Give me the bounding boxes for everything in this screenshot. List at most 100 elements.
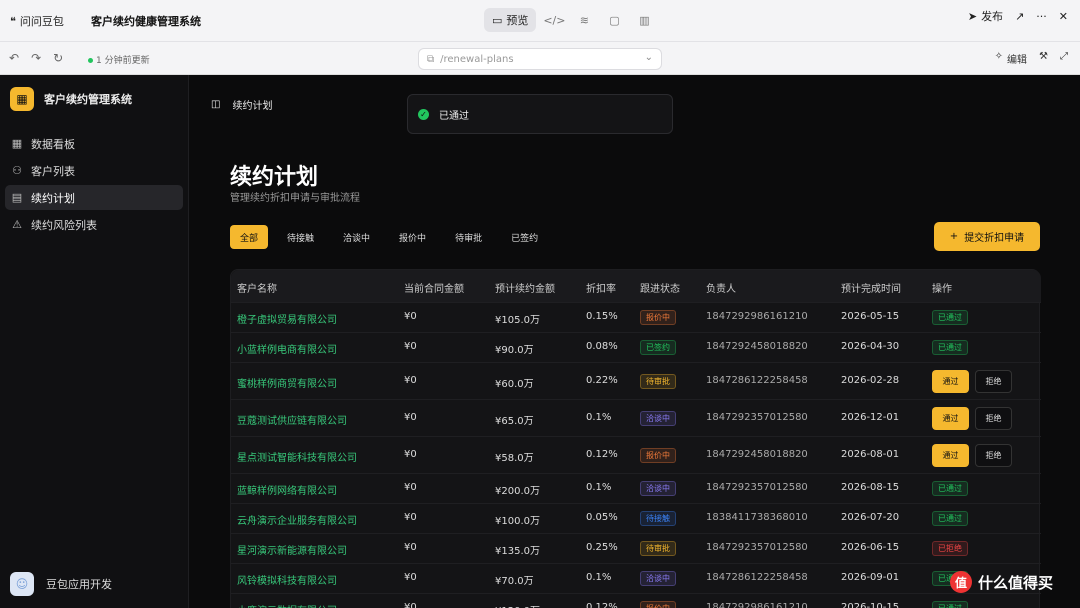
filter-tab-2[interactable]: 洽谈中 [333,225,380,249]
table-header: 客户名称 当前合同金额 预计续约金额 折扣率 跟进状态 负责人 预计完成时间 操作 [231,270,1041,302]
filter-tab-3[interactable]: 报价中 [389,225,436,249]
reject-button[interactable]: 拒绝 [975,406,1012,430]
refresh-icon[interactable]: ↻ [53,51,63,65]
submit-discount-button[interactable]: + 提交折扣申请 [934,222,1040,251]
chevron-down-icon[interactable]: ⌄ [645,52,653,63]
customer-name-link[interactable]: 星河演示新能源有限公司 [237,542,347,557]
cell-current: ¥0 [404,411,417,423]
user-box[interactable]: ☺ 豆包应用开发 [10,572,112,596]
cell-rate: 0.22% [586,374,618,386]
view-toolbar: ▭ 预览 </> ≋ ▢ ▥ [484,8,656,32]
filter-tab-4[interactable]: 待审批 [445,225,492,249]
sidebar-item-1[interactable]: ⚇ 客户列表 [5,158,183,183]
app-name[interactable]: ❝ 问问豆包 [10,13,64,29]
fullscreen-icon[interactable]: ⤢ [1060,51,1068,66]
status-badge: 待接触 [640,511,676,526]
tool-icon[interactable]: ⚒ [1039,51,1048,66]
cell-rate: 0.1% [586,572,612,583]
cell-date: 2026-12-01 [841,411,900,423]
filter-tab-1[interactable]: 待接触 [277,225,324,249]
filter-tab-0[interactable]: 全部 [230,225,269,249]
undo-icon[interactable]: ↶ [9,51,19,65]
cell-date: 2026-08-01 [841,448,900,460]
cell-expected: ¥135.0万 [495,546,540,557]
more-icon[interactable]: ··· [1036,10,1047,23]
column-header: 预计续约金额 [495,284,555,295]
redo-icon[interactable]: ↷ [31,51,41,65]
address-bar: ↶ ↷ ↻ 1 分钟前更新 ⧉ /renewal-plans ⌄ ✧ 编辑 ⚒ ⤢ [0,42,1080,75]
column-header: 预计完成时间 [841,284,901,295]
cell-current: ¥0 [404,602,417,608]
status-badge: 报价中 [640,601,676,608]
folder-button[interactable]: ▢ [602,8,626,32]
users-icon: ⚇ [12,164,22,177]
table-row: 蜜桃样例商贸有限公司 ¥0 ¥60.0万 0.22% 1847286122258458 2… [231,362,1041,399]
update-status: 1 分钟前更新 [88,53,150,66]
sidebar-item-2[interactable]: ▤ 续约计划 [5,185,183,210]
main-content: ◫ 续约计划 ✓ 已通过 续约计划 管理续约折扣申请与审批流程 全部 待接触 洽谈中… [189,75,1080,608]
approve-button[interactable]: 通过 [932,443,969,467]
edit-button[interactable]: ✧ 编辑 [995,51,1027,66]
sidebar: ▦ 客户续约管理系统 ▦ 数据看板 ⚇ 客户列表 ▤ 续约计划 ⚠ 续约风险列表 ☺ 豆包应用… [0,75,189,608]
preview-button[interactable]: ▭ 预览 [484,8,537,32]
cell-current: ¥0 [404,374,417,386]
cell-owner: 1847292458018820 [706,448,808,460]
cell-current: ¥0 [404,311,417,322]
customer-name-link[interactable]: 风铃模拟科技有限公司 [237,572,337,587]
sidebar-item-3[interactable]: ⚠ 续约风险列表 [5,212,183,237]
table-row: 小蓝样例电商有限公司 ¥0 ¥90.0万 0.08% 1847292458018820 2… [231,332,1041,362]
publish-button[interactable]: ➤ 发布 [968,8,1003,24]
share-icon[interactable]: ↗ [1015,10,1024,23]
customer-name-link[interactable]: 蜜桃样例商贸有限公司 [237,375,337,390]
column-header: 跟进状态 [640,284,680,295]
cell-rate: 0.12% [586,602,618,608]
sidebar-item-0[interactable]: ▦ 数据看板 [5,131,183,156]
table-row: 橙子虚拟贸易有限公司 ¥0 ¥105.0万 0.15% 1847292986161210… [231,302,1041,332]
customer-name-link[interactable]: 小蓝样例电商有限公司 [237,341,337,356]
link-icon: ⧉ [427,53,435,65]
dashboard-icon: ▦ [11,137,23,150]
cell-owner: 1838411738368010 [706,512,808,523]
cell-expected: ¥60.0万 [495,378,534,390]
url-field[interactable]: ⧉ /renewal-plans ⌄ [418,48,662,70]
brand: ▦ 客户续约管理系统 [10,87,132,111]
cell-owner: 1847286122258458 [706,572,808,583]
status-badge: 报价中 [640,447,676,463]
status-badge: 已签约 [640,340,676,355]
brand-name: 客户续约管理系统 [44,93,132,106]
table-row: 星点测试智能科技有限公司 ¥0 ¥58.0万 0.12% 184729245801882… [231,436,1041,473]
customer-name-link[interactable]: 云舟演示企业服务有限公司 [237,512,357,527]
table-row: 蓝鲸样例网络有限公司 ¥0 ¥200.0万 0.1% 1847292357012580 2… [231,473,1041,503]
table-row: 豆蔻测试供应链有限公司 ¥0 ¥65.0万 0.1% 1847292357012580 2… [231,399,1041,436]
customer-name-link[interactable]: 星点测试智能科技有限公司 [237,449,357,464]
cell-owner: 1847292458018820 [706,341,808,352]
customer-name-link[interactable]: 小鹿演示数据有限公司 [237,602,337,608]
customer-name-link[interactable]: 豆蔻测试供应链有限公司 [237,412,347,427]
sidebar-toggle-icon[interactable]: ◫ [211,99,220,110]
filter-tab-5[interactable]: 已签约 [501,225,548,249]
cell-rate: 0.1% [586,482,612,493]
customer-name-link[interactable]: 橙子虚拟贸易有限公司 [237,311,337,326]
table-row: 小鹿演示数据有限公司 ¥0 ¥120.0万 0.12% 1847292986161210… [231,593,1041,608]
status-badge: 洽谈中 [640,410,676,426]
cell-current: ¥0 [404,512,417,523]
magic-icon: ✧ [994,51,1004,62]
sidebar-menu: ▦ 数据看板 ⚇ 客户列表 ▤ 续约计划 ⚠ 续约风险列表 [5,131,183,239]
approve-button[interactable]: 通过 [932,406,969,430]
status-badge: 待审批 [640,541,676,556]
cell-date: 2026-10-15 [841,602,900,608]
approve-button[interactable]: 通过 [932,369,969,393]
cell-expected: ¥120.0万 [495,602,540,608]
customer-name-link[interactable]: 蓝鲸样例网络有限公司 [237,482,337,497]
close-icon[interactable]: ✕ [1059,10,1068,23]
cell-expected: ¥200.0万 [495,486,540,497]
cell-current: ¥0 [404,542,417,553]
reject-button[interactable]: 拒绝 [975,369,1012,393]
database-button[interactable]: ≋ [572,8,596,32]
cell-expected: ¥70.0万 [495,576,534,587]
chart-button[interactable]: ▥ [632,8,656,32]
cell-expected: ¥58.0万 [495,452,534,464]
reject-button[interactable]: 拒绝 [975,443,1012,467]
code-button[interactable]: </> [542,8,566,32]
code-icon: </> [543,13,566,27]
